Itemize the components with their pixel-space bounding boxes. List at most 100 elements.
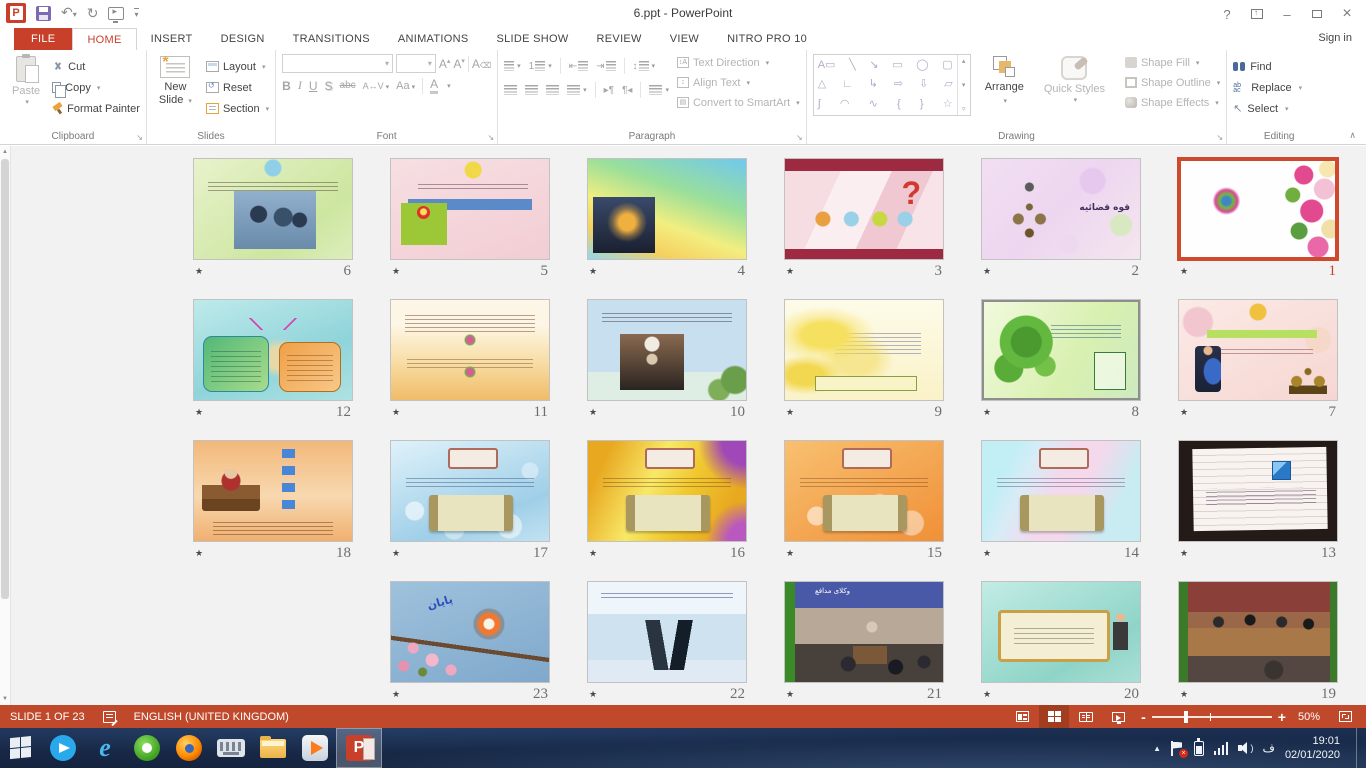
restore-button[interactable] [1302, 3, 1332, 25]
slide-show-button[interactable] [1103, 705, 1133, 728]
bold-button[interactable]: B [282, 79, 291, 93]
telegram-icon[interactable] [42, 728, 84, 768]
find-button[interactable]: Find [1233, 57, 1325, 76]
tab-animations[interactable]: ANIMATIONS [384, 28, 483, 50]
cut-button[interactable]: Cut [52, 57, 140, 76]
slide-thumbnail-10[interactable] [587, 299, 747, 401]
slide-thumbnail-5[interactable] [390, 158, 550, 260]
copy-button[interactable]: Copy▾ [52, 78, 140, 97]
numbering-button[interactable]: 1▾ [529, 61, 552, 72]
font-name-combobox[interactable]: ▾ [282, 54, 393, 73]
animation-star-icon[interactable]: ★ [589, 407, 597, 418]
slide-thumbnail-15[interactable] [784, 440, 944, 542]
tab-view[interactable]: VIEW [656, 28, 713, 50]
tab-home[interactable]: HOME [72, 28, 136, 50]
justify-button[interactable]: ▾ [567, 85, 587, 95]
paste-button[interactable]: Paste▾ [6, 54, 46, 128]
underline-button[interactable]: U [309, 79, 318, 93]
clipboard-dialog-launcher-icon[interactable]: ↘ [136, 133, 143, 142]
zoom-in-button[interactable]: + [1278, 712, 1286, 722]
minimize-button[interactable]: – [1272, 3, 1302, 25]
font-dialog-launcher-icon[interactable]: ↘ [487, 133, 494, 142]
arrange-button[interactable]: Arrange▾ [979, 54, 1030, 128]
slide-thumbnail-7[interactable] [1178, 299, 1338, 401]
shapes-gallery-scrollbar[interactable]: ▴▾▿ [957, 55, 970, 115]
animation-star-icon[interactable]: ★ [392, 407, 400, 418]
grow-font-button[interactable]: A▴ [439, 57, 451, 71]
slide-thumbnail-22[interactable] [587, 581, 747, 683]
animation-star-icon[interactable]: ★ [392, 689, 400, 700]
tab-file[interactable]: FILE [14, 28, 72, 50]
replace-button[interactable]: abacReplace▾ [1233, 78, 1325, 97]
font-size-combobox[interactable]: ▾ [396, 54, 436, 73]
slide-sorter-view-button[interactable] [1039, 705, 1069, 728]
left-to-right-button[interactable]: ▸¶ [604, 85, 614, 96]
tab-insert[interactable]: INSERT [137, 28, 207, 50]
volume-icon[interactable]: ) [1238, 741, 1252, 755]
animation-star-icon[interactable]: ★ [786, 689, 794, 700]
tab-transitions[interactable]: TRANSITIONS [279, 28, 384, 50]
animation-star-icon[interactable]: ★ [786, 407, 794, 418]
font-color-button[interactable]: A [430, 77, 438, 94]
slide-thumbnail-3[interactable] [784, 158, 944, 260]
animation-star-icon[interactable]: ★ [195, 407, 203, 418]
shape-fill-button[interactable]: Shape Fill▾ [1125, 54, 1220, 71]
animation-star-icon[interactable]: ★ [392, 266, 400, 277]
battery-icon[interactable] [1194, 741, 1204, 756]
animation-star-icon[interactable]: ★ [589, 548, 597, 559]
clear-formatting-button[interactable]: A⌫ [472, 57, 491, 71]
fit-slide-to-window-button[interactable] [1330, 705, 1360, 728]
change-case-button[interactable]: Aa▾ [396, 80, 415, 92]
reading-view-button[interactable] [1071, 705, 1101, 728]
animation-star-icon[interactable]: ★ [983, 548, 991, 559]
tab-design[interactable]: DESIGN [207, 28, 279, 50]
on-screen-keyboard-icon[interactable] [210, 728, 252, 768]
animation-star-icon[interactable]: ★ [1180, 548, 1188, 559]
text-direction-button[interactable]: ↕AText Direction▾ [677, 54, 800, 71]
slide-thumbnail-20[interactable] [981, 581, 1141, 683]
tab-nitro-pro[interactable]: NITRO PRO 10 [713, 28, 821, 50]
quick-styles-button[interactable]: Quick Styles▾ [1038, 54, 1111, 128]
convert-to-smartart-button[interactable]: ▤Convert to SmartArt▾ [677, 94, 800, 111]
animation-star-icon[interactable]: ★ [983, 689, 991, 700]
input-language-badge[interactable]: ف [1262, 741, 1274, 755]
slide-thumbnail-4[interactable] [587, 158, 747, 260]
clock[interactable]: 19:01 02/01/2020 [1285, 734, 1346, 762]
slide-thumbnail-21[interactable]: وکلای مدافع [784, 581, 944, 683]
zoom-slider-thumb[interactable] [1184, 711, 1188, 723]
slide-thumbnail-1[interactable] [1178, 158, 1338, 260]
firefox-icon[interactable] [168, 728, 210, 768]
animation-star-icon[interactable]: ★ [983, 407, 991, 418]
ribbon-display-options-button[interactable] [1242, 3, 1272, 25]
media-player-icon[interactable] [294, 728, 336, 768]
tab-slide-show[interactable]: SLIDE SHOW [482, 28, 582, 50]
slide-thumbnail-13[interactable] [1178, 440, 1338, 542]
tray-expand-icon[interactable]: ▲ [1153, 744, 1161, 753]
select-button[interactable]: ↖Select▾ [1233, 99, 1325, 118]
language-indicator[interactable]: ENGLISH (UNITED KINGDOM) [134, 711, 289, 723]
animation-star-icon[interactable]: ★ [392, 548, 400, 559]
character-spacing-button[interactable]: A↔V▾ [363, 81, 390, 91]
slide-thumbnail-16[interactable] [587, 440, 747, 542]
columns-button[interactable]: ▾ [649, 85, 669, 95]
animation-star-icon[interactable]: ★ [589, 266, 597, 277]
slide-thumbnail-23[interactable]: پایان [390, 581, 550, 683]
action-center-flag-icon[interactable]: × [1171, 741, 1184, 756]
align-left-button[interactable] [504, 85, 517, 95]
slide-thumbnail-11[interactable] [390, 299, 550, 401]
slide-thumbnail-6[interactable] [193, 158, 353, 260]
align-center-button[interactable] [525, 85, 538, 95]
slide-thumbnail-9[interactable] [784, 299, 944, 401]
shape-outline-button[interactable]: Shape Outline▾ [1125, 74, 1220, 91]
scroll-up-icon[interactable]: ▲ [0, 146, 10, 158]
italic-button[interactable]: I [298, 78, 302, 93]
close-button[interactable]: × [1332, 3, 1362, 25]
text-shadow-button[interactable]: S [325, 79, 333, 93]
animation-star-icon[interactable]: ★ [195, 266, 203, 277]
scroll-down-icon[interactable]: ▼ [0, 693, 10, 705]
right-to-left-button[interactable]: ¶◂ [622, 85, 632, 96]
decrease-indent-icon[interactable]: ⇤ [569, 61, 588, 72]
shape-effects-button[interactable]: Shape Effects▾ [1125, 94, 1220, 111]
slide-thumbnail-18[interactable] [193, 440, 353, 542]
show-desktop-button[interactable] [1356, 728, 1362, 768]
